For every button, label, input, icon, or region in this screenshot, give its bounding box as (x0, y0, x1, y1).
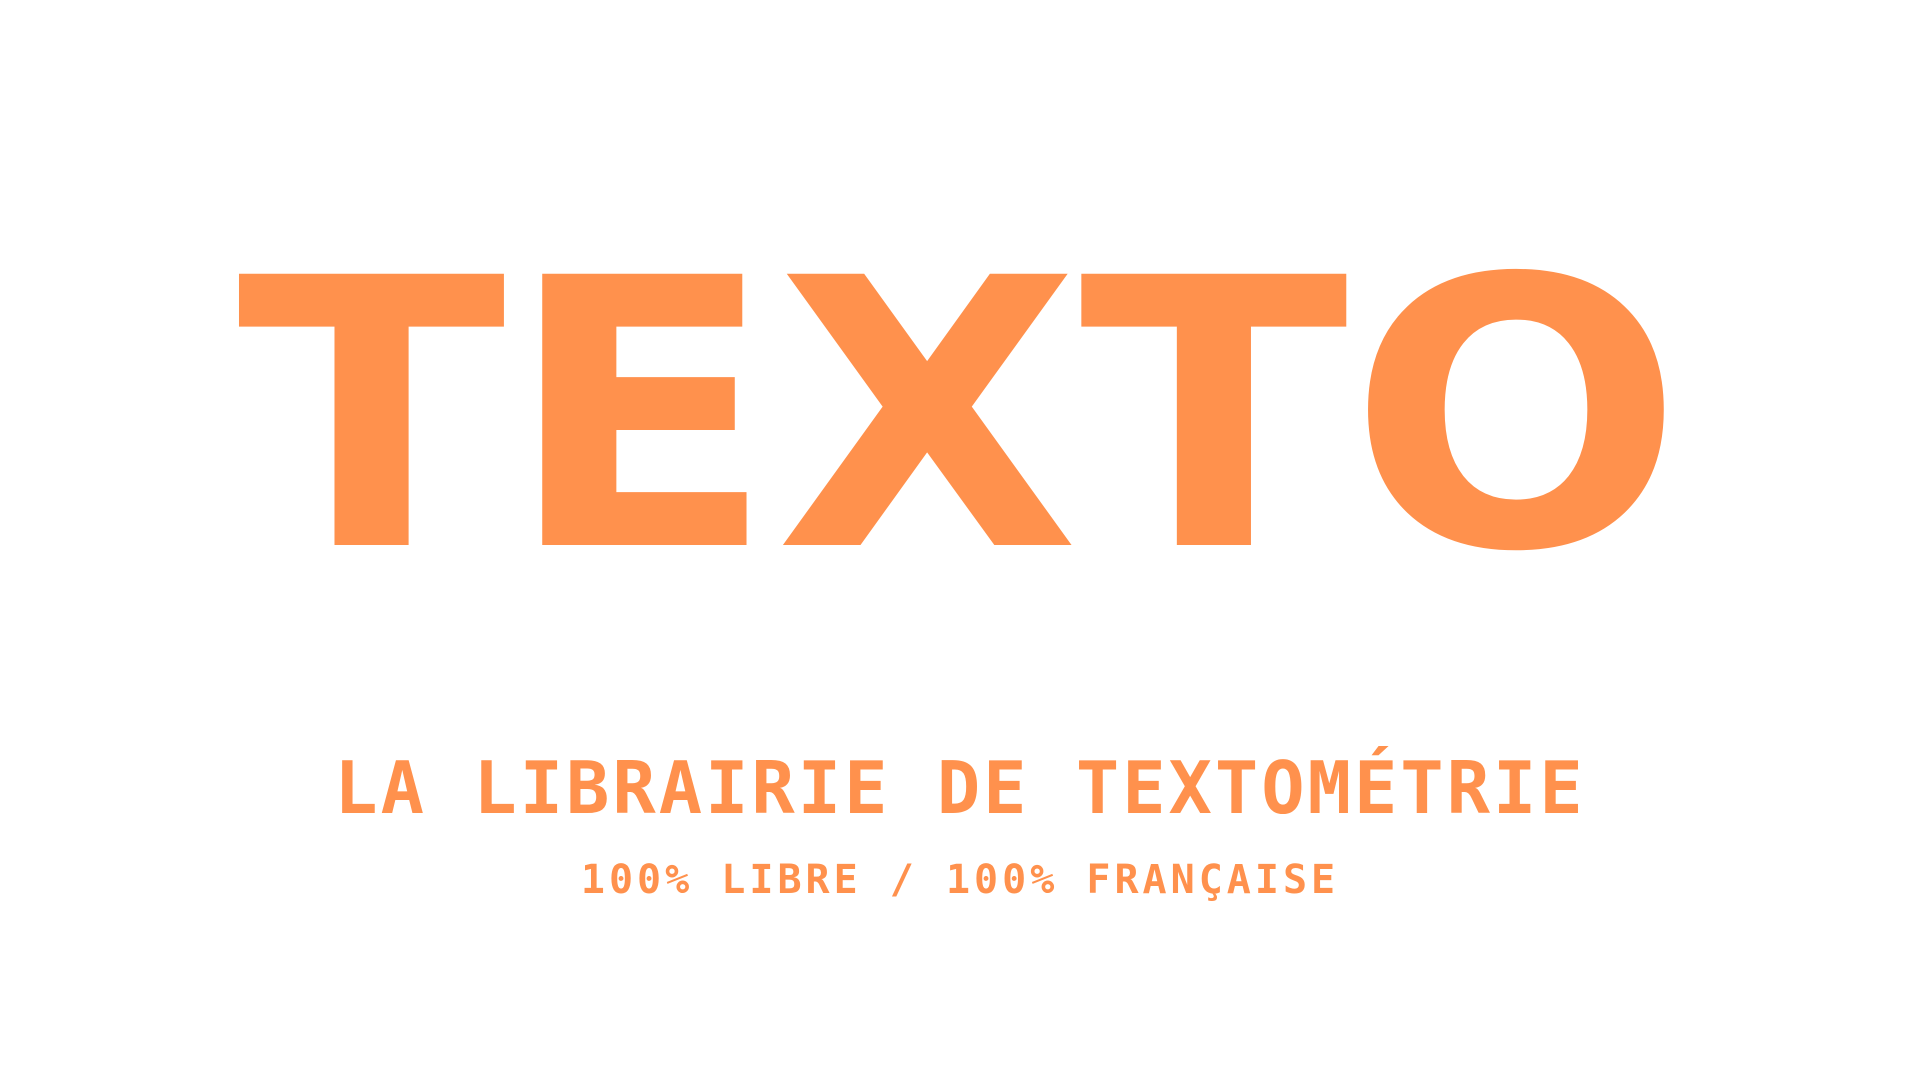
wordmark-text: TEXTO (236, 200, 1684, 633)
splash-screen: TEXTO LA LIBRAIRIE DE TEXTOMÉTRIE 100% L… (0, 0, 1920, 1080)
subtitle: 100% LIBRE / 100% FRANÇAISE (580, 857, 1340, 903)
tagline: LA LIBRAIRIE DE TEXTOMÉTRIE (334, 746, 1586, 830)
wordmark-logo: TEXTO (0, 200, 1920, 633)
